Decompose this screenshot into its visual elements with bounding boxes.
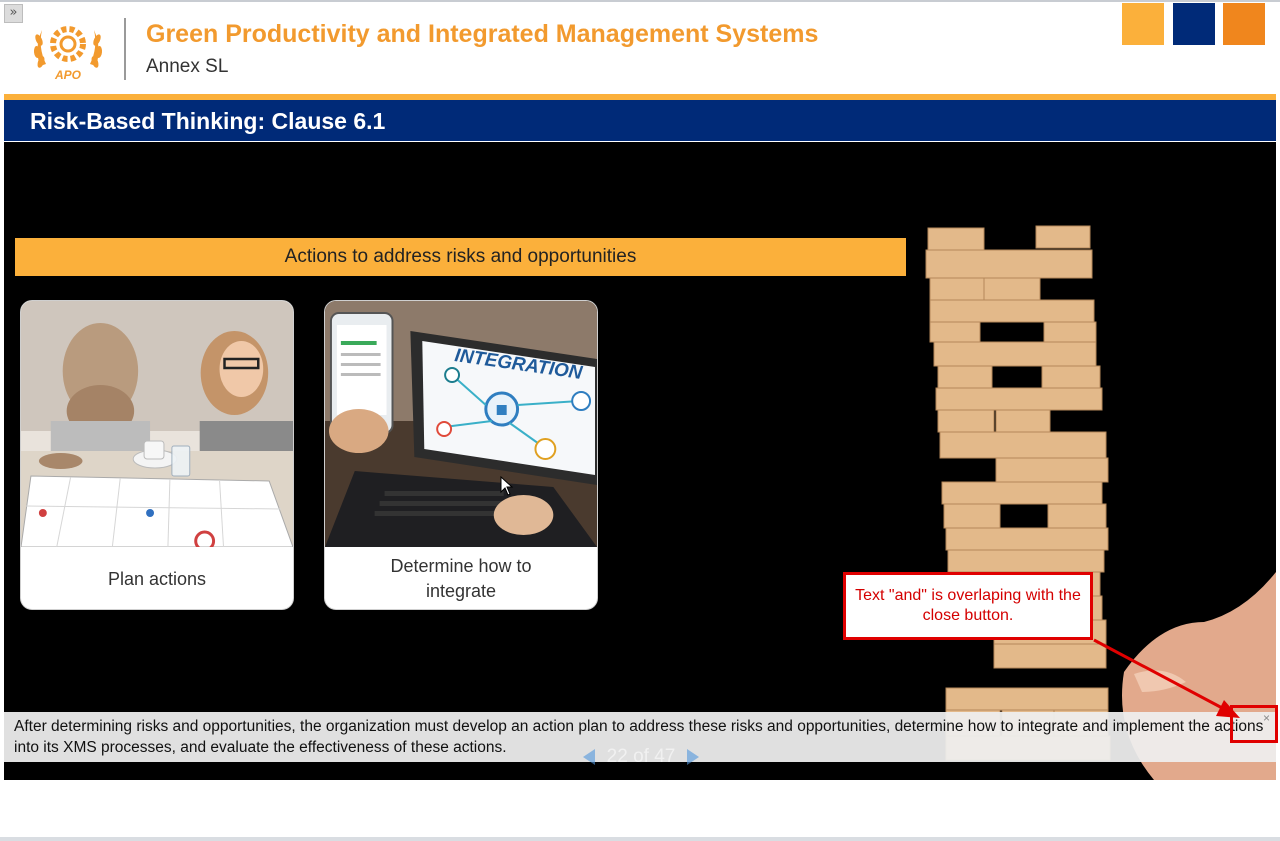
logo-text: APO — [54, 68, 82, 82]
accent-square-orange — [1223, 3, 1265, 45]
slide-title: Risk-Based Thinking: Clause 6.1 — [30, 108, 386, 134]
mouse-cursor-icon — [500, 476, 514, 496]
accent-square-yellow — [1122, 3, 1164, 45]
apo-logo: APO — [33, 26, 103, 82]
planning-photo — [21, 301, 293, 547]
window-bottom-border — [0, 837, 1280, 841]
annotation-highlight-box — [1230, 705, 1278, 743]
slide-pager: 22 of 47 — [557, 740, 725, 774]
next-slide-icon[interactable] — [686, 748, 699, 765]
integration-laptop-photo: INTEGRATION — [325, 301, 597, 547]
card-plan-actions[interactable]: Plan actions — [20, 300, 294, 610]
annotation-callout: Text "and" is overlaping with the close … — [843, 572, 1093, 640]
app-title: Green Productivity and Integrated Manage… — [146, 20, 819, 48]
card-label-determine-integrate: Determine how to integrate — [390, 556, 532, 601]
expand-sidebar-button[interactable]: » — [4, 4, 23, 23]
header-divider — [124, 18, 126, 80]
prev-slide-icon[interactable] — [583, 748, 596, 765]
slide-stage: Actions to address risks and opportuniti… — [4, 142, 1276, 780]
pager-label: 22 of 47 — [606, 746, 676, 767]
accent-square-blue — [1173, 3, 1215, 45]
app-subtitle: Annex SL — [146, 56, 229, 77]
window-top-border — [0, 0, 1280, 2]
card-determine-integrate[interactable]: INTEGRATION Determine how to integrate — [324, 300, 598, 610]
section-banner: Actions to address risks and opportuniti… — [15, 238, 906, 276]
card-label-plan-actions: Plan actions — [107, 568, 207, 589]
jenga-tower-image — [925, 225, 1276, 780]
